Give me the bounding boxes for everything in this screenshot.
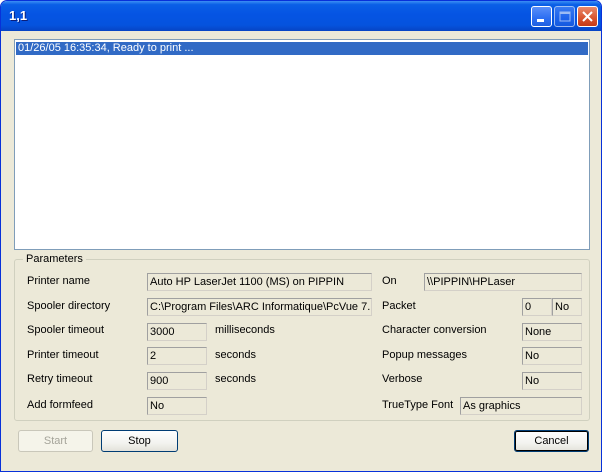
truetype-font-label: TrueType Font	[382, 399, 454, 411]
on-label: On	[382, 275, 397, 287]
client-area: 01/26/05 16:35:34, Ready to print ... Pa…	[4, 31, 598, 470]
title-bar[interactable]: 1,1	[1, 1, 601, 31]
add-formfeed-label: Add formfeed	[27, 399, 94, 411]
stop-button[interactable]: Stop	[101, 430, 178, 452]
printer-timeout-label: Printer timeout	[27, 349, 99, 361]
packet-flag-field: No	[552, 298, 582, 316]
parameters-group: Parameters Printer name Auto HP LaserJet…	[14, 253, 590, 421]
verbose-label: Verbose	[382, 373, 423, 385]
spooler-timeout-unit: milliseconds	[215, 324, 275, 336]
close-button[interactable]	[577, 6, 598, 27]
character-conversion-label: Character conversion	[382, 324, 487, 336]
window-title: 1,1	[9, 8, 28, 23]
cancel-button[interactable]: Cancel	[514, 430, 589, 452]
start-button[interactable]: Start	[18, 430, 93, 452]
log-list[interactable]: 01/26/05 16:35:34, Ready to print ...	[14, 39, 590, 250]
printer-timeout-field: 2	[147, 347, 207, 365]
retry-timeout-unit: seconds	[215, 373, 256, 385]
on-field: \\PIPPIN\HPLaser	[424, 273, 582, 291]
spooler-timeout-field: 3000	[147, 323, 207, 341]
verbose-field: No	[522, 372, 582, 390]
close-icon	[582, 11, 593, 22]
spooler-timeout-label: Spooler timeout	[27, 324, 105, 336]
add-formfeed-field: No	[147, 397, 207, 415]
log-entry[interactable]: 01/26/05 16:35:34, Ready to print ...	[16, 42, 588, 55]
parameters-legend: Parameters	[23, 253, 86, 266]
printer-name-label: Printer name	[27, 275, 90, 287]
packet-label: Packet	[382, 300, 416, 312]
printer-timeout-unit: seconds	[215, 349, 256, 361]
spooler-directory-field: C:\Program Files\ARC Informatique\PcVue …	[147, 298, 372, 316]
spooler-directory-label: Spooler directory	[27, 300, 111, 312]
printer-name-field: Auto HP LaserJet 1100 (MS) on PIPPIN	[147, 273, 372, 291]
maximize-button[interactable]	[554, 6, 575, 27]
truetype-font-field: As graphics	[460, 397, 582, 415]
maximize-icon	[559, 11, 571, 22]
retry-timeout-field: 900	[147, 372, 207, 390]
popup-messages-field: No	[522, 347, 582, 365]
packet-field: 0	[522, 298, 552, 316]
minimize-icon	[537, 19, 544, 22]
popup-messages-label: Popup messages	[382, 349, 467, 361]
character-conversion-field: None	[522, 323, 582, 341]
minimize-button[interactable]	[531, 6, 552, 27]
print-spooler-window: 1,1 01/26/05 16:35:34, Ready to print ..…	[0, 0, 602, 472]
retry-timeout-label: Retry timeout	[27, 373, 93, 385]
